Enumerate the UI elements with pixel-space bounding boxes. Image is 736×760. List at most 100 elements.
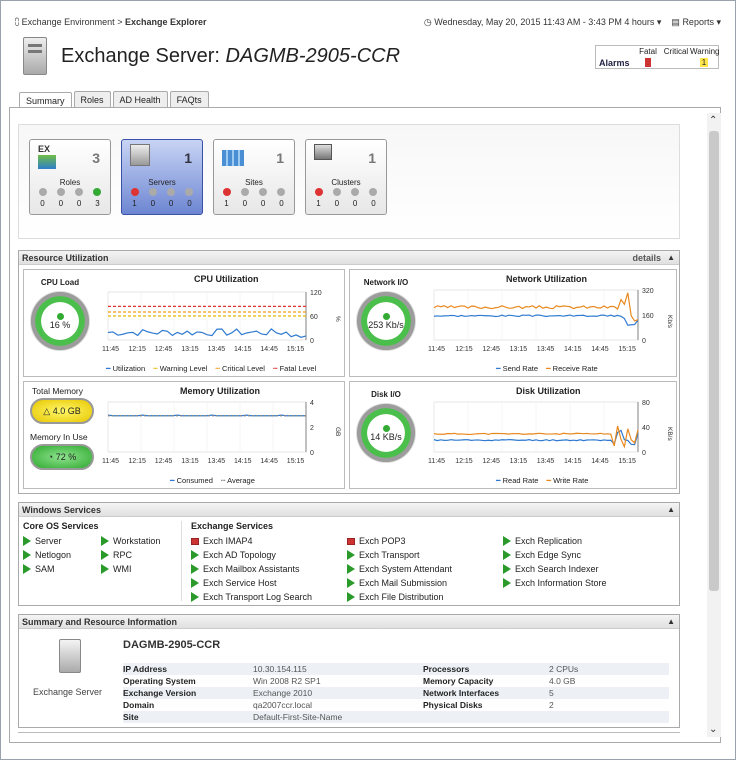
legend-average: ┅ Average — [220, 476, 255, 485]
total-memory-value[interactable]: △ 4.0 GB — [30, 398, 94, 424]
status-count: 0 — [352, 199, 358, 208]
disk-gauge[interactable]: Disk I/O 14 KB/s — [356, 390, 416, 463]
breadcrumb-root[interactable]: Exchange Environment — [22, 17, 115, 27]
resource-utilization-panel: Resource Utilization details ▲ CPU Load 16… — [18, 250, 680, 494]
service-item[interactable]: Exch Mailbox Assistants — [191, 562, 347, 576]
collapse-icon[interactable]: ▲ — [667, 503, 675, 517]
tile-name: Sites — [245, 178, 263, 187]
tile-name: Roles — [59, 178, 81, 187]
ok-status-icon — [93, 188, 102, 196]
gauge-label: CPU Load — [40, 278, 80, 287]
tile-name: Servers — [148, 178, 176, 187]
tile-sites[interactable]: 1 Sites 1 0 0 0 — [213, 139, 295, 215]
network-gauge[interactable]: Network I/O 253 Kb/s — [356, 278, 416, 351]
y-tick-label: 120 — [310, 290, 322, 297]
warning-status-icon — [259, 188, 268, 196]
service-item[interactable]: Exch Transport Log Search — [191, 590, 347, 604]
info-key: Physical Disks — [423, 700, 483, 710]
time-range-text: Wednesday, May 20, 2015 11:43 AM - 3:43 … — [434, 17, 655, 27]
service-name: Exch Information Store — [515, 578, 607, 588]
scroll-up-icon[interactable]: ⌃ — [709, 115, 717, 126]
running-icon — [191, 578, 199, 588]
tab-roles[interactable]: Roles — [73, 91, 111, 108]
cpu-utilization-chart: 120 60 0% 11:45 12:15 12:45 13:15 13:45 14:15 14:… — [102, 290, 341, 353]
x-tick-label: 12:45 — [155, 346, 173, 353]
chart-legend: ━ Utilization ┅ Warning Level ┅ Critical… — [106, 364, 316, 373]
service-item[interactable]: Exch POP3 — [347, 534, 503, 548]
legend-consumed: ━ Consumed — [170, 476, 213, 485]
y-tick-label: 80 — [642, 400, 650, 407]
service-item[interactable]: RPC — [101, 548, 160, 562]
title-prefix: Exchange Server: — [61, 44, 220, 67]
tile-clusters[interactable]: 1 Clusters 1 0 0 0 — [305, 139, 387, 215]
vertical-scrollbar[interactable]: ⌃ ⌄ — [707, 113, 721, 737]
service-item[interactable]: SAM — [23, 562, 71, 576]
service-name: Exch Edge Sync — [515, 550, 582, 560]
info-value: qa2007ccr.local — [253, 700, 313, 710]
running-icon — [347, 550, 355, 560]
memory-in-use-text: 72 % — [55, 452, 77, 462]
service-item[interactable]: WMI — [101, 562, 160, 576]
tile-servers[interactable]: 1 Servers 1 0 0 0 — [121, 139, 203, 215]
service-item[interactable]: Exch IMAP4 — [191, 534, 347, 548]
service-item[interactable]: Exch Transport — [347, 548, 503, 562]
info-key: Network Interfaces — [423, 688, 500, 698]
service-item[interactable]: Exch Service Host — [191, 576, 347, 590]
service-item[interactable]: Exch AD Topology — [191, 548, 347, 562]
fatal-count[interactable] — [644, 58, 652, 67]
service-item[interactable]: Exch Search Indexer — [503, 562, 659, 576]
service-item[interactable]: Exch Information Store — [503, 576, 659, 590]
service-name: Exch System Attendant — [359, 564, 453, 574]
scroll-down-icon[interactable]: ⌄ — [709, 724, 717, 735]
critical-status-icon — [240, 188, 249, 196]
legend-read-rate: ━ Read Rate — [496, 476, 539, 485]
details-link[interactable]: details — [632, 251, 661, 265]
y-tick-label: 0 — [642, 450, 646, 457]
service-name: Netlogon — [35, 550, 72, 560]
gauge-value: 16 % — [49, 319, 71, 330]
collapse-icon[interactable]: ▲ — [667, 251, 675, 265]
alarms-box[interactable]: Fatal Critical Warning Alarms 1 — [595, 45, 720, 69]
reports-menu[interactable]: ▤ Reports ▾ — [671, 17, 721, 28]
info-value: 5 — [549, 688, 554, 698]
warning-count[interactable]: 1 — [699, 58, 709, 67]
ok-icon: ◔ — [47, 452, 54, 462]
cpu-section: CPU Load 16 % CPU Utilization 120 60 0% 11:… — [23, 269, 345, 377]
time-range-selector[interactable]: ◷ Wednesday, May 20, 2015 11:43 AM - 3:4… — [424, 17, 662, 28]
core-os-services: Core OS Services Server Netlogon SAM Wor… — [23, 521, 160, 576]
info-key: Processors — [423, 664, 470, 674]
cpu-gauge[interactable]: CPU Load 16 % — [30, 278, 90, 351]
service-item[interactable]: Exch Mail Submission — [347, 576, 503, 590]
panel-title: Resource Utilization — [22, 253, 109, 263]
service-item[interactable]: Server — [23, 534, 71, 548]
x-tick-label: 12:45 — [482, 346, 500, 353]
collapse-icon[interactable]: ▲ — [667, 615, 675, 629]
service-item[interactable]: Exch File Distribution — [347, 590, 503, 604]
service-name: Exch POP3 — [359, 536, 406, 546]
y-tick-label: 4 — [310, 400, 314, 407]
summary-info-panel: Summary and Resource Information ▲ Exchan… — [18, 614, 680, 728]
y-tick-label: 0 — [310, 450, 314, 457]
tab-ad-health[interactable]: AD Health — [112, 91, 168, 108]
info-value: 10.30.154.115 — [253, 664, 307, 674]
tab-faqts[interactable]: FAQts — [169, 91, 209, 108]
service-name: Exch Replication — [515, 536, 583, 546]
info-row: IP Address 10.30.154.115 Processors 2 CPUs — [123, 663, 669, 675]
service-item[interactable]: Exch Edge Sync — [503, 548, 659, 562]
status-count: 0 — [168, 199, 174, 208]
stopped-icon — [347, 537, 355, 545]
memory-in-use-value[interactable]: ◔ 72 % — [30, 444, 94, 470]
running-icon — [23, 550, 31, 560]
service-item[interactable]: Netlogon — [23, 548, 71, 562]
service-item[interactable]: Exch Replication — [503, 534, 659, 548]
service-item[interactable]: Workstation — [101, 534, 160, 548]
x-tick-label: 14:45 — [591, 346, 609, 353]
scroll-thumb[interactable] — [709, 131, 719, 591]
info-key: Memory Capacity — [423, 676, 494, 686]
critical-count[interactable] — [662, 58, 690, 67]
service-name: Exch IMAP4 — [203, 536, 253, 546]
service-item[interactable]: Exch System Attendant — [347, 562, 503, 576]
running-icon — [503, 578, 511, 588]
clusters-icon — [314, 144, 338, 170]
tile-roles[interactable]: EX 3 Roles 0 0 0 3 — [29, 139, 111, 215]
